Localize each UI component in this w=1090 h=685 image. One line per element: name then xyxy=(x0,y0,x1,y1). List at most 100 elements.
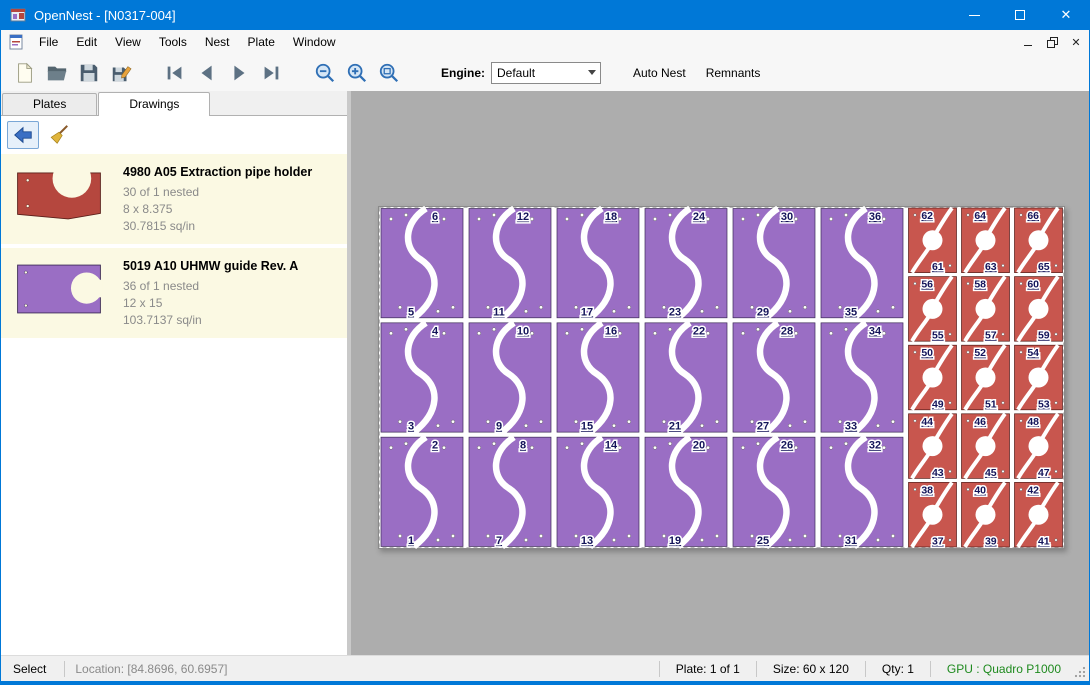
menu-edit[interactable]: Edit xyxy=(67,30,106,54)
drawing-area: 30.7815 sq/in xyxy=(123,218,312,235)
svg-text:51: 51 xyxy=(985,398,997,410)
svg-text:27: 27 xyxy=(757,421,769,433)
svg-text:47: 47 xyxy=(1038,467,1050,479)
zoom-out-button[interactable] xyxy=(309,58,341,88)
send-back-button[interactable] xyxy=(7,121,39,149)
svg-text:33: 33 xyxy=(845,421,857,433)
menu-window[interactable]: Window xyxy=(284,30,345,54)
document-icon[interactable] xyxy=(8,34,24,50)
main-toolbar: Engine: Default Auto Nest Remnants xyxy=(1,54,1089,91)
menu-file[interactable]: File xyxy=(30,30,67,54)
svg-text:4: 4 xyxy=(432,325,439,337)
list-item[interactable]: 5019 A10 UHMW guide Rev. A 36 of 1 neste… xyxy=(1,248,347,338)
clean-button[interactable] xyxy=(43,121,75,149)
tab-drawings[interactable]: Drawings xyxy=(98,92,210,116)
engine-select[interactable]: Default xyxy=(491,62,601,84)
nav-first-icon xyxy=(164,62,186,84)
status-plate: Plate: 1 of 1 xyxy=(666,662,750,676)
status-mode: Select xyxy=(1,662,58,676)
menu-nest[interactable]: Nest xyxy=(196,30,239,54)
menu-tools[interactable]: Tools xyxy=(150,30,196,54)
window-title: OpenNest - [N0317-004] xyxy=(34,8,176,23)
svg-text:32: 32 xyxy=(869,440,881,452)
zoom-in-button[interactable] xyxy=(341,58,373,88)
nav-next-button[interactable] xyxy=(223,58,255,88)
svg-text:62: 62 xyxy=(921,210,933,222)
svg-text:48: 48 xyxy=(1027,416,1039,428)
zoom-fit-button[interactable] xyxy=(373,58,405,88)
nav-prev-icon xyxy=(196,62,218,84)
svg-text:26: 26 xyxy=(781,440,793,452)
broom-icon xyxy=(48,124,70,146)
svg-text:57: 57 xyxy=(985,330,997,342)
nav-first-button[interactable] xyxy=(159,58,191,88)
svg-text:14: 14 xyxy=(605,440,618,452)
svg-text:53: 53 xyxy=(1038,398,1050,410)
sidebar-toolbar xyxy=(1,116,347,154)
nest-canvas[interactable]: 6512111817242330293635431091615222128273… xyxy=(351,91,1089,655)
svg-text:44: 44 xyxy=(921,416,933,428)
nav-last-button[interactable] xyxy=(255,58,287,88)
svg-text:50: 50 xyxy=(921,347,933,359)
svg-text:34: 34 xyxy=(869,325,882,337)
list-item[interactable]: 4980 A05 Extraction pipe holder 30 of 1 … xyxy=(1,154,347,244)
svg-text:56: 56 xyxy=(921,279,933,291)
svg-text:12: 12 xyxy=(517,211,529,223)
drawing-title: 4980 A05 Extraction pipe holder xyxy=(123,165,312,179)
svg-text:22: 22 xyxy=(693,325,705,337)
chevron-down-icon xyxy=(584,70,600,75)
app-icon xyxy=(10,7,26,23)
part-thumbnail-red xyxy=(9,163,109,227)
svg-text:11: 11 xyxy=(493,306,505,318)
svg-text:46: 46 xyxy=(974,416,986,428)
svg-text:63: 63 xyxy=(985,261,997,273)
nest-plate-svg: 6512111817242330293635431091615222128273… xyxy=(378,206,1065,549)
svg-text:21: 21 xyxy=(669,421,681,433)
mdi-restore-icon xyxy=(1047,37,1058,48)
menu-plate[interactable]: Plate xyxy=(239,30,284,54)
svg-text:30: 30 xyxy=(781,211,793,223)
new-file-icon xyxy=(14,62,36,84)
auto-nest-button[interactable]: Auto Nest xyxy=(623,60,696,86)
drawing-size: 12 x 15 xyxy=(123,295,298,312)
engine-selected-value: Default xyxy=(492,66,584,80)
remnants-button[interactable]: Remnants xyxy=(696,60,771,86)
menu-view[interactable]: View xyxy=(106,30,150,54)
new-button[interactable] xyxy=(9,58,41,88)
svg-text:8: 8 xyxy=(520,440,526,452)
zoom-out-icon xyxy=(314,62,336,84)
nav-prev-button[interactable] xyxy=(191,58,223,88)
svg-text:65: 65 xyxy=(1038,261,1050,273)
app-window: OpenNest - [N0317-004] ✕ File Edit View … xyxy=(0,0,1090,685)
svg-text:61: 61 xyxy=(932,261,944,273)
save-button[interactable] xyxy=(73,58,105,88)
minimize-button[interactable] xyxy=(951,0,997,30)
tab-plates[interactable]: Plates xyxy=(2,93,97,115)
drawing-nested-count: 36 of 1 nested xyxy=(123,278,298,295)
mdi-close-icon: ✕ xyxy=(1071,36,1080,49)
svg-text:3: 3 xyxy=(408,421,414,433)
open-button[interactable] xyxy=(41,58,73,88)
close-button[interactable]: ✕ xyxy=(1043,0,1089,30)
svg-text:9: 9 xyxy=(496,421,502,433)
svg-text:35: 35 xyxy=(845,306,857,318)
mdi-minimize-button[interactable] xyxy=(1017,32,1039,52)
nav-next-icon xyxy=(228,62,250,84)
svg-text:13: 13 xyxy=(581,535,593,547)
open-folder-icon xyxy=(46,62,68,84)
svg-text:40: 40 xyxy=(974,484,986,496)
svg-text:29: 29 xyxy=(757,306,769,318)
engine-label: Engine: xyxy=(441,66,485,80)
drawing-nested-count: 30 of 1 nested xyxy=(123,184,312,201)
svg-text:28: 28 xyxy=(781,325,793,337)
mdi-restore-button[interactable] xyxy=(1041,32,1063,52)
svg-text:18: 18 xyxy=(605,211,617,223)
svg-text:7: 7 xyxy=(496,535,502,547)
resize-grip[interactable] xyxy=(1073,665,1087,679)
status-size: Size: 60 x 120 xyxy=(763,662,859,676)
maximize-button[interactable] xyxy=(997,0,1043,30)
save-as-button[interactable] xyxy=(105,58,137,88)
svg-text:2: 2 xyxy=(432,440,438,452)
minimize-icon xyxy=(969,15,980,16)
mdi-close-button[interactable]: ✕ xyxy=(1065,32,1087,52)
